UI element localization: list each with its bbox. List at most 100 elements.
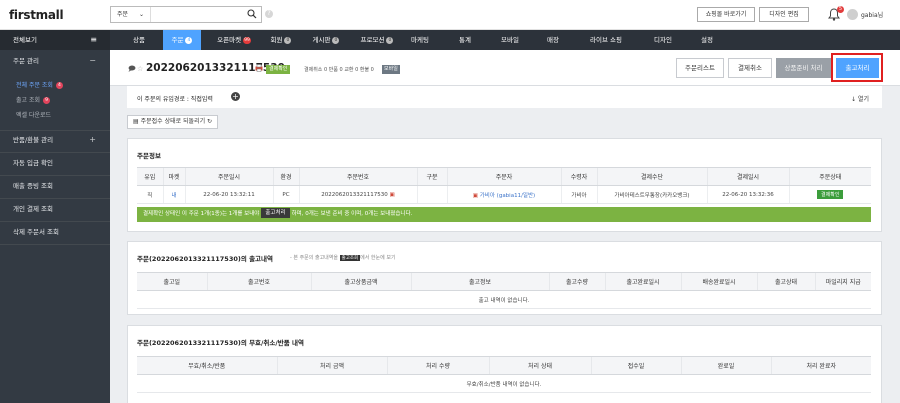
column-header: 처리 상태 bbox=[488, 356, 591, 375]
tab-mobile[interactable]: 모바일 bbox=[495, 30, 525, 50]
cell-orderer[interactable]: ▣ 가비아 (gabia11/일반) bbox=[446, 185, 561, 204]
divider bbox=[0, 152, 110, 153]
star-icon[interactable]: ☆ bbox=[137, 65, 143, 73]
table-row: 출고 내역이 없습니다. bbox=[137, 290, 871, 309]
product-ready-button[interactable]: 상품준비 처리 bbox=[776, 58, 831, 78]
cell-order-status: 결제확인 bbox=[788, 185, 871, 204]
status-badge: 결제확인 bbox=[266, 65, 291, 74]
refund-table: 무효/취소/반품 처리 금액 처리 수량 처리 상태 접수일 완료일 처리 완료… bbox=[137, 356, 871, 393]
column-header: 환경 bbox=[272, 167, 299, 186]
column-header: 출고일 bbox=[137, 272, 207, 291]
sidebar-sub-shipment-search[interactable]: 출고 조회 9 bbox=[0, 94, 110, 107]
cell-recipient: 가비아 bbox=[560, 185, 597, 204]
status-badge: 결제확인 bbox=[817, 190, 844, 199]
divider bbox=[0, 221, 110, 222]
channel-badge: 모바일 bbox=[382, 65, 400, 74]
sidebar-sub-all-orders[interactable]: 전체 주문 조회 4 bbox=[0, 79, 110, 92]
user-name[interactable]: gabia님 bbox=[861, 10, 883, 19]
tab-members[interactable]: 회원 0 bbox=[264, 30, 298, 50]
search-type-select[interactable]: 주문 ⌄ bbox=[111, 7, 151, 22]
table-header-row: 무효/취소/반품 처리 금액 처리 수량 처리 상태 접수일 완료일 처리 완료… bbox=[137, 356, 871, 375]
sidebar-item-returns[interactable]: 반품/환불 관리 + bbox=[0, 131, 110, 149]
order-info-table: 유입 마켓 주문일시 환경 주문번호 구분 주문자 수령자 결제수단 결제일시 … bbox=[137, 167, 871, 204]
doc-icon: ▤ bbox=[133, 118, 141, 125]
count-badge: 9 bbox=[43, 97, 50, 104]
sidebar-item-order-management[interactable]: 주문 관리 − bbox=[0, 52, 110, 70]
column-header: 마일리지 지급 bbox=[814, 272, 871, 291]
memo-icon[interactable]: 🗩 bbox=[128, 65, 136, 76]
shipment-title: 주문(2022062013321117530)의 출고내역 bbox=[137, 255, 273, 263]
tab-marketing[interactable]: 마케팅 bbox=[405, 30, 435, 50]
chevron-down-icon: ⌄ bbox=[138, 11, 144, 18]
order-number: 2022062013321117530 bbox=[146, 62, 285, 74]
main-tabs: 상품 주문 4 오픈마켓 99 회원 0 게시판 0 프로모션 0 마케팅 통계 모바일 … bbox=[110, 30, 900, 50]
toggle-open[interactable]: ↓ 열기 bbox=[851, 94, 869, 103]
tab-badge: 99 bbox=[243, 37, 251, 44]
cell-market[interactable]: 내 bbox=[162, 185, 185, 204]
notification-badge: 5 bbox=[837, 6, 844, 13]
empty-message: 출고 내역이 없습니다. bbox=[137, 290, 871, 309]
highlight-box bbox=[831, 53, 883, 82]
sidebar-item-auto-deposit[interactable]: 자동 입금 확인 bbox=[0, 154, 110, 172]
tab-badge: 0 bbox=[284, 37, 292, 44]
divider bbox=[0, 198, 110, 199]
column-header: 주문번호 bbox=[298, 167, 417, 186]
search-box[interactable]: 주문 ⌄ bbox=[110, 6, 262, 23]
cell-inflow: 직 bbox=[137, 185, 163, 204]
payment-cancel-button[interactable]: 결제취소 bbox=[728, 58, 772, 78]
column-header: 출고완료일시 bbox=[604, 272, 681, 291]
ship-chip[interactable]: 출고처리 bbox=[261, 208, 290, 218]
column-header: 무효/취소/반품 bbox=[137, 356, 277, 375]
hamburger-menu-icon[interactable]: ≡ bbox=[90, 30, 97, 50]
add-icon[interactable]: + bbox=[231, 92, 240, 101]
divider bbox=[0, 244, 110, 245]
design-edit-button[interactable]: 디자인 편집 bbox=[759, 7, 809, 22]
column-header: 주문상태 bbox=[788, 167, 871, 186]
count-badge: 4 bbox=[55, 82, 63, 89]
tab-promotion[interactable]: 프로모션 0 bbox=[354, 30, 400, 50]
sidebar-item-sales-evidence[interactable]: 매출 증빙 조회 bbox=[0, 177, 110, 195]
column-header: 출고정보 bbox=[410, 272, 549, 291]
column-header: 구분 bbox=[416, 167, 447, 186]
tab-orders[interactable]: 주문 4 bbox=[163, 30, 201, 50]
cell-order-number: 2022062013321117530 ▣ bbox=[298, 185, 417, 204]
tab-badge: 0 bbox=[332, 37, 340, 44]
order-info-title: 주문정보 bbox=[137, 152, 161, 160]
column-header: 주문자 bbox=[446, 167, 561, 186]
user-icon: ▣ bbox=[472, 192, 480, 199]
column-header: 출고수량 bbox=[548, 272, 605, 291]
print-icon[interactable] bbox=[255, 64, 263, 72]
column-header: 완료일 bbox=[680, 356, 771, 375]
sidebar-header[interactable]: 전체보기 ≡ bbox=[0, 30, 110, 50]
empty-message: 무효/취소/반품 내역이 없습니다. bbox=[137, 374, 871, 393]
tab-statistics[interactable]: 통계 bbox=[450, 30, 480, 50]
tab-design[interactable]: 디자인 bbox=[648, 30, 678, 50]
print-icon[interactable]: ▣ bbox=[390, 192, 395, 198]
shipment-note: - 본 주문의 출고내역을 출고조회 에서 한눈에 보기 bbox=[290, 255, 396, 261]
column-header: 주문일시 bbox=[184, 167, 273, 186]
tab-store[interactable]: 매장 bbox=[538, 30, 568, 50]
sidebar-sub-excel-download[interactable]: 엑셀 다운로드 bbox=[0, 109, 110, 122]
search-icon[interactable] bbox=[247, 9, 257, 19]
refresh-icon: ↻ bbox=[205, 118, 213, 125]
avatar[interactable] bbox=[847, 9, 858, 20]
revert-status-button[interactable]: ▤ 주문접수 상태로 되돌리기 ↻ bbox=[127, 115, 219, 129]
shopping-mall-button[interactable]: 쇼핑몰 바로가기 bbox=[697, 7, 755, 22]
shipment-search-chip[interactable]: 출고조회 bbox=[339, 255, 361, 261]
column-header: 마켓 bbox=[162, 167, 185, 186]
column-header: 처리 금액 bbox=[276, 356, 387, 375]
tab-live-shopping[interactable]: 라이브 쇼핑 bbox=[578, 30, 634, 50]
collapse-icon[interactable]: − bbox=[89, 52, 96, 70]
order-list-button[interactable]: 주문리스트 bbox=[676, 58, 724, 78]
expand-icon[interactable]: + bbox=[89, 131, 96, 149]
help-icon[interactable]: ? bbox=[265, 10, 273, 18]
tab-board[interactable]: 게시판 0 bbox=[306, 30, 346, 50]
logo[interactable]: firstmall bbox=[9, 8, 64, 22]
cell-type bbox=[416, 185, 447, 204]
table-header-row: 출고일 출고번호 출고상품금액 출고정보 출고수량 출고완료일시 배송완료일시 … bbox=[137, 272, 871, 291]
tab-open-market[interactable]: 오픈마켓 99 bbox=[209, 30, 259, 50]
sidebar-item-personal-payment[interactable]: 개인 결제 조회 bbox=[0, 200, 110, 218]
sidebar-item-deleted-orders[interactable]: 삭제 주문서 조회 bbox=[0, 223, 110, 241]
tab-products[interactable]: 상품 bbox=[122, 30, 156, 50]
tab-settings[interactable]: 설정 bbox=[692, 30, 722, 50]
